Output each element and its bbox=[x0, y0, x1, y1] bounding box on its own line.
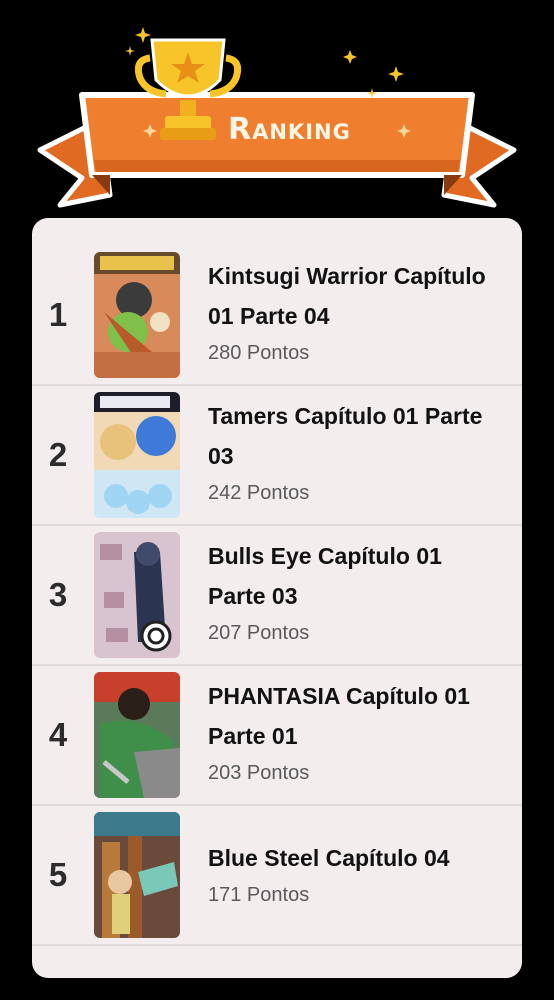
ranking-item[interactable]: 4 PHANTASIA Capítulo 01 Parte 01 203 Pon… bbox=[32, 666, 522, 806]
ranking-item[interactable]: 5 Blue Steel Capítulo 04 171 Pontos bbox=[32, 806, 522, 946]
ranking-item[interactable]: 2 Tamers Capítulo 01 Parte 03 242 Pontos bbox=[32, 386, 522, 526]
comic-title[interactable]: Blue Steel Capítulo 04 bbox=[208, 838, 504, 878]
comic-cover[interactable] bbox=[94, 532, 180, 658]
ranking-item[interactable]: 1 Kintsugi Warrior Capítulo 01 Parte 04 … bbox=[32, 246, 522, 386]
comic-cover[interactable] bbox=[94, 812, 180, 938]
comic-title[interactable]: Bulls Eye Capítulo 01 Parte 03 bbox=[208, 536, 504, 616]
comic-points: 242 Pontos bbox=[208, 482, 310, 504]
comic-title[interactable]: Kintsugi Warrior Capítulo 01 Parte 04 bbox=[208, 256, 504, 336]
comic-title[interactable]: Tamers Capítulo 01 Parte 03 bbox=[208, 396, 504, 476]
comic-cover[interactable] bbox=[94, 672, 180, 798]
rank-number: 5 bbox=[48, 856, 68, 893]
comic-title[interactable]: PHANTASIA Capítulo 01 Parte 01 bbox=[208, 676, 504, 756]
rank-number: 1 bbox=[48, 296, 68, 333]
ranking-banner: Ranking bbox=[0, 0, 554, 220]
comic-points: 203 Pontos bbox=[208, 762, 310, 784]
comic-points: 207 Pontos bbox=[208, 622, 310, 644]
rank-number: 2 bbox=[48, 436, 68, 473]
rank-number: 4 bbox=[48, 716, 68, 753]
ranking-item[interactable]: 3 Bulls Eye Capítulo 01 Parte 03 207 Pon… bbox=[32, 526, 522, 666]
comic-points: 171 Pontos bbox=[208, 884, 310, 906]
ranking-title: Ranking bbox=[228, 112, 351, 147]
rank-number: 3 bbox=[48, 576, 68, 613]
comic-points: 280 Pontos bbox=[208, 342, 310, 364]
comic-cover[interactable] bbox=[94, 252, 180, 378]
comic-cover[interactable] bbox=[94, 392, 180, 518]
ranking-list: 1 Kintsugi Warrior Capítulo 01 Parte 04 … bbox=[32, 218, 522, 978]
